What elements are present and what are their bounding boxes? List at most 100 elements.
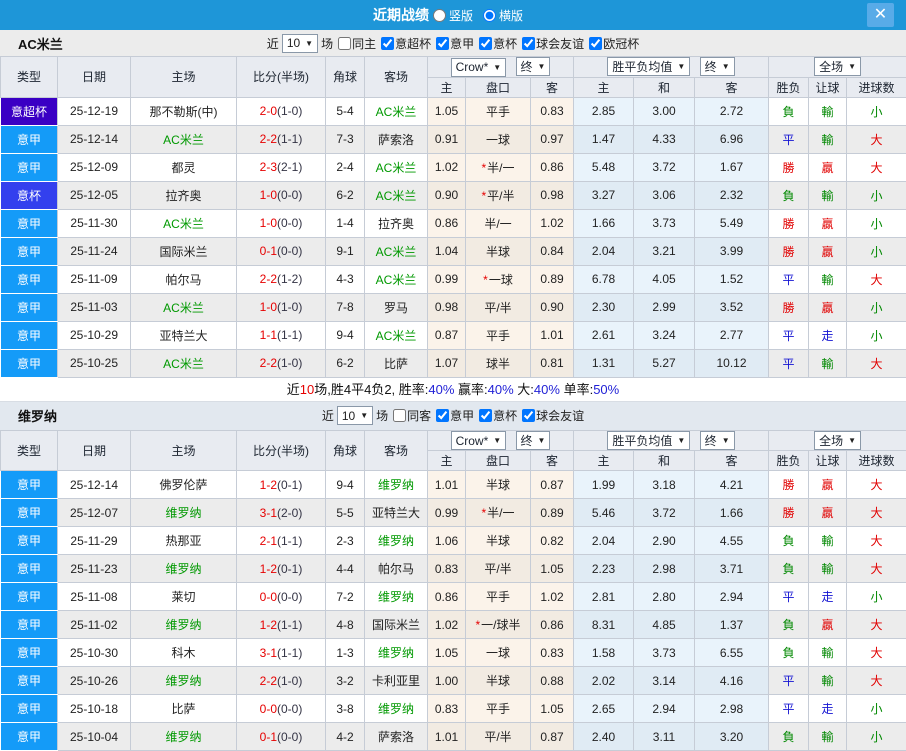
layout-vertical-radio-input[interactable] [433,9,446,22]
date-cell: 25-10-29 [58,321,131,349]
league-filter-checkbox[interactable]: 球会友谊 [522,35,584,52]
result-wdl-cell: 平 [769,321,809,349]
score-cell: 0-1(0-0) [237,237,326,265]
date-cell: 25-11-08 [58,583,131,611]
league-filter-checkbox-input[interactable] [589,37,602,50]
score-cell: 1-0(0-0) [237,209,326,237]
handicap-cell: 平手 [466,583,531,611]
recent-count-value: 10 [287,36,300,50]
same-venue-checkbox[interactable]: 同主 [338,35,376,52]
final-odds-select[interactable]: 终▼ [516,431,551,450]
avg-away-cell: 5.49 [695,209,769,237]
col-odds-home: 主 [428,77,466,97]
match-row: 意甲25-11-09帕尔马2-2(1-2)4-3AC米兰0.99*一球0.896… [1,265,906,293]
league-type-cell: 意甲 [1,667,58,695]
avg-draw-cell: 3.72 [634,153,695,181]
league-filter-checkbox-input[interactable] [381,37,394,50]
league-type-cell: 意甲 [1,321,58,349]
league-filter-checkbox[interactable]: 意杯 [479,35,517,52]
date-cell: 25-10-26 [58,667,131,695]
chevron-down-icon: ▼ [677,436,685,445]
league-filter-checkbox-input[interactable] [436,409,449,422]
avg-away-cell: 2.72 [695,97,769,125]
final-wdl-select[interactable]: 终▼ [700,57,735,76]
league-filter-checkbox-input[interactable] [522,37,535,50]
result-handicap-cell: 贏 [809,611,847,639]
col-home: 主场 [131,57,237,98]
result-goals-cell: 小 [847,237,906,265]
result-handicap-cell: 輸 [809,125,847,153]
same-venue-checkbox[interactable]: 同客 [393,407,431,424]
odds-away-cell: 0.86 [531,153,574,181]
league-filter-list: 意甲意杯球会友谊 [431,407,584,424]
odds-away-cell: 0.82 [531,527,574,555]
league-filter-checkbox-input[interactable] [436,37,449,50]
league-filter-checkbox-input[interactable] [522,409,535,422]
odds-home-cell: 0.86 [428,583,466,611]
handicap-cell: 半球 [466,527,531,555]
odds-home-cell: 0.87 [428,321,466,349]
result-wdl-cell: 勝 [769,471,809,499]
odds-away-cell: 1.01 [531,321,574,349]
layout-horizontal-radio-input[interactable] [483,9,496,22]
corners-cell: 3-2 [326,667,365,695]
result-wdl-cell: 負 [769,639,809,667]
league-filter-checkbox-input[interactable] [479,409,492,422]
layout-vertical-radio[interactable]: 竖版 [433,7,473,24]
bookmaker-select[interactable]: Crow*▼ [451,58,507,77]
score-cell: 2-2(1-1) [237,125,326,153]
league-type-cell: 意甲 [1,527,58,555]
league-filter-checkbox[interactable]: 欧冠杯 [589,35,639,52]
dialog-title: 近期战绩 [373,5,429,25]
fulltime-select[interactable]: 全场▼ [814,57,861,76]
same-venue-checkbox-input[interactable] [393,409,406,422]
odds-away-cell: 0.87 [531,723,574,751]
recent-count-select[interactable]: 10 ▼ [282,34,318,53]
result-wdl-cell: 平 [769,125,809,153]
league-filter-checkbox[interactable]: 意甲 [436,407,474,424]
close-button[interactable]: ✕ [867,3,894,27]
date-cell: 25-11-24 [58,237,131,265]
corners-cell: 7-2 [326,583,365,611]
same-venue-label: 同客 [407,407,431,424]
avg-away-cell: 4.16 [695,667,769,695]
final-wdl-select[interactable]: 终▼ [700,431,735,450]
date-cell: 25-10-04 [58,723,131,751]
away-team-cell: 维罗纳 [365,471,428,499]
odds-home-cell: 1.02 [428,611,466,639]
wdl-avg-select[interactable]: 胜平负均值 ▼ [607,431,690,450]
final-odds-select[interactable]: 终▼ [516,57,551,76]
games-label: 场 [321,35,333,52]
league-filter-checkbox[interactable]: 意甲 [436,35,474,52]
header-group-row: 类型 日期 主场 比分(半场) 角球 客场 Crow*▼ 终▼ 胜平负均值▼ 终… [1,430,906,451]
avg-draw-cell: 3.00 [634,97,695,125]
avg-home-cell: 2.04 [574,237,634,265]
score-cell: 2-2(1-2) [237,265,326,293]
home-team-cell: 维罗纳 [131,667,237,695]
avg-away-cell: 10.12 [695,349,769,377]
odds-home-cell: 0.86 [428,209,466,237]
fulltime-select-value: 全场 [819,58,843,75]
avg-draw-cell: 2.90 [634,527,695,555]
summary-segment: 大: [514,382,534,397]
league-type-cell: 意甲 [1,265,58,293]
result-goals-cell: 大 [847,611,906,639]
handicap-cell: 平/半 [466,555,531,583]
wdl-avg-select[interactable]: 胜平负均值▼ [607,57,690,76]
bookmaker-select[interactable]: Crow*▼ [451,431,507,450]
layout-horizontal-radio[interactable]: 横版 [483,7,523,24]
recent-count-select[interactable]: 10 ▼ [337,406,373,425]
same-venue-checkbox-input[interactable] [338,37,351,50]
league-filter-checkbox[interactable]: 球会友谊 [522,407,584,424]
league-filter-checkbox-input[interactable] [479,37,492,50]
bookmaker-select-value: Crow* [456,60,489,74]
col-avg-away: 客 [695,451,769,471]
league-filter-checkbox[interactable]: 意杯 [479,407,517,424]
league-filter-checkbox[interactable]: 意超杯 [381,35,431,52]
fulltime-select[interactable]: 全场▼ [814,431,861,450]
corners-cell: 4-4 [326,555,365,583]
match-row: 意甲25-12-07维罗纳3-1(2-0)5-5亚特兰大0.99*半/一0.89… [1,499,906,527]
home-team-cell: 维罗纳 [131,555,237,583]
wdl-avg-select-value: 胜平负均值 [612,432,672,449]
avg-away-cell: 2.77 [695,321,769,349]
